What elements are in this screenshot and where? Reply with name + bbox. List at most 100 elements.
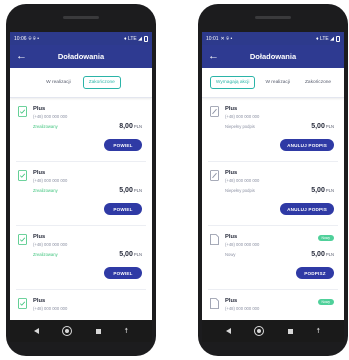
amount: 5,00PLN [119,251,142,258]
android-nav-bar: ☨ [10,320,152,342]
screen: 10:01 ✕ ⌾ • ♦ LTE ◢ ← Doładowania Wymaga… [202,32,344,342]
topup-list: Plus (+48) 000 000 000 Zrealizowany 8,00… [10,98,152,342]
phone-left: 10:06 ⌾ ⌾ • ♦ LTE ◢ ← Doładowania W real… [6,4,156,356]
status-badge: Nowy [317,235,334,241]
list-item[interactable]: Plus (+48) 000 000 000 Zrealizowany 5,00… [16,226,146,290]
amount-value: 5,00 [311,251,325,258]
amount: 5,00PLN [119,187,142,194]
phone-number: (+48) 000 000 000 [225,242,260,247]
edit-document-icon [210,106,219,117]
operator-name: Plus [33,170,46,176]
operator-name: Plus [225,170,238,176]
app-bar: ← Doładowania [202,45,344,68]
nav-home-icon[interactable] [62,326,73,336]
document-icon [210,234,219,245]
status-text: Nowy [225,252,236,257]
phone-number: (+48) 000 000 000 [33,178,68,183]
amount: 5,00PLN [311,123,334,130]
status-right-icons: ♦ LTE ◢ [124,35,142,42]
nav-back-icon[interactable] [225,328,231,334]
operator-name: Plus [225,298,238,304]
status-bar: 10:01 ✕ ⌾ • ♦ LTE ◢ [202,32,344,45]
screen: 10:06 ⌾ ⌾ • ♦ LTE ◢ ← Doładowania W real… [10,32,152,342]
status-text: Niepełny podpis [225,124,255,129]
list-item[interactable]: Plus (+48) 000 000 000 Zrealizowany 8,00… [16,98,146,162]
tab-in-progress[interactable]: W realizacji [260,77,295,88]
app-bar: ← Doładowania [10,45,152,68]
operator-name: Plus [225,234,238,240]
amount-value: 8,00 [119,123,133,130]
currency: PLN [325,124,334,129]
amount-value: 5,00 [311,187,325,194]
operator-name: Plus [33,298,46,304]
amount-value: 5,00 [119,187,133,194]
speaker [255,16,291,19]
currency: PLN [133,188,142,193]
status-time: 10:06 [14,35,27,42]
tab-completed[interactable]: Zakończone [82,76,121,89]
checked-document-icon [18,298,27,309]
nav-home-icon[interactable] [254,326,265,336]
phone-number: (+48) 000 000 000 [225,306,260,311]
nav-recent-apps-icon[interactable] [287,328,293,334]
battery-icon [144,35,148,42]
edit-document-icon [210,170,219,181]
document-icon [210,298,219,309]
speaker [63,16,99,19]
operator-name: Plus [225,106,238,112]
tab-bar: W realizacji Zakończone [10,68,152,98]
tab-completed[interactable]: Zakończone [300,77,336,88]
phone-number: (+48) 000 000 000 [225,178,260,183]
currency: PLN [133,124,142,129]
cancel-signature-button[interactable]: ANULUJ PODPIS [280,139,334,151]
repeat-button[interactable]: POWIEL [104,203,142,215]
list-item[interactable]: Plus (+48) 000 000 000 Niepełny podpis 5… [208,98,338,162]
amount-value: 5,00 [311,123,325,130]
list-item[interactable]: Plus Nowy (+48) 000 000 000 Nowy 5,00PLN… [208,226,338,290]
page-title: Doładowania [57,52,105,61]
battery-icon [336,35,340,42]
phone-number: (+48) 000 000 000 [225,114,260,119]
status-text: Zrealizowany [33,252,58,257]
amount: 5,00PLN [311,251,334,258]
checked-document-icon [18,170,27,181]
amount-value: 5,00 [119,251,133,258]
status-text: Zrealizowany [33,124,58,129]
phone-number: (+48) 000 000 000 [33,114,68,119]
checked-document-icon [18,106,27,117]
amount: 5,00PLN [311,187,334,194]
repeat-button[interactable]: POWIEL [104,267,142,279]
accessibility-icon[interactable]: ☨ [124,328,128,335]
topup-list: Plus (+48) 000 000 000 Niepełny podpis 5… [202,98,344,342]
currency: PLN [133,252,142,257]
phone-number: (+48) 000 000 000 [33,242,68,247]
list-item[interactable]: Plus (+48) 000 000 000 Zrealizowany 5,00… [16,162,146,226]
currency: PLN [325,188,334,193]
list-item[interactable]: Plus (+48) 000 000 000 Niepełny podpis 5… [208,162,338,226]
status-time: 10:01 [206,35,219,42]
status-badge: Nowy [317,299,334,305]
nav-back-icon[interactable] [33,328,39,334]
phone-number: (+48) 000 000 000 [33,306,68,311]
nav-recent-apps-icon[interactable] [95,328,101,334]
phone-right: 10:01 ✕ ⌾ • ♦ LTE ◢ ← Doładowania Wymaga… [198,4,348,356]
status-bar: 10:06 ⌾ ⌾ • ♦ LTE ◢ [10,32,152,45]
status-right-icons: ♦ LTE ◢ [316,35,334,42]
status-text: Niepełny podpis [225,188,255,193]
status-left-icons: ⌾ ⌾ • [28,35,40,42]
checked-document-icon [18,234,27,245]
operator-name: Plus [33,106,46,112]
accessibility-icon[interactable]: ☨ [316,328,320,335]
tab-bar: Wymagają akcji W realizacji Zakończone [202,68,344,98]
status-text: Zrealizowany [33,188,58,193]
tab-action-required[interactable]: Wymagają akcji [209,76,256,89]
amount: 8,00PLN [119,123,142,130]
page-title: Doładowania [249,52,297,61]
tab-in-progress[interactable]: W realizacji [41,77,76,88]
status-left-icons: ✕ ⌾ • [220,35,233,42]
sign-button[interactable]: PODPISZ [296,267,334,279]
cancel-signature-button[interactable]: ANULUJ PODPIS [280,203,334,215]
repeat-button[interactable]: POWIEL [104,139,142,151]
android-nav-bar: ☨ [202,320,344,342]
currency: PLN [325,252,334,257]
